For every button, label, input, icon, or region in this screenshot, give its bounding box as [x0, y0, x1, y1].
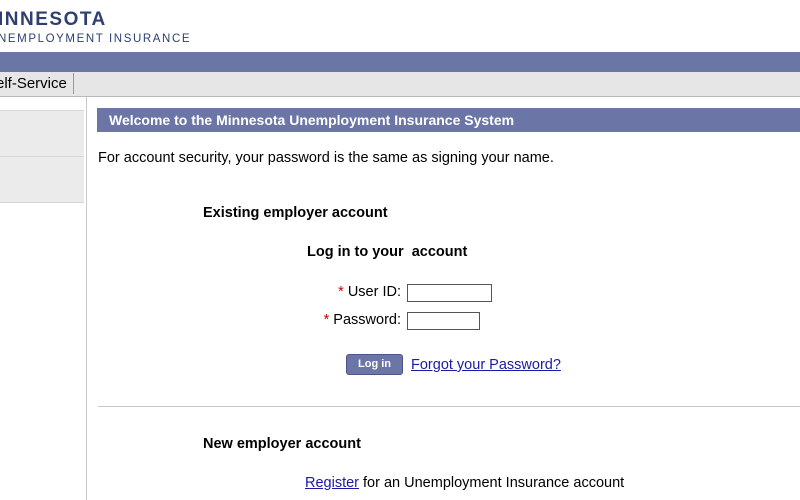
user-id-label: User ID: — [347, 284, 401, 300]
login-heading: Log in to your account — [307, 244, 468, 260]
welcome-title-bar: Welcome to the Minnesota Unemployment In… — [97, 108, 800, 132]
minnesota-logo-name: INNESOTA — [0, 9, 107, 30]
site-header: INNESOTA NEMPLOYMENT INSURANCE — [0, 0, 800, 52]
nav-tab-self-service[interactable]: elf-Service — [0, 73, 74, 94]
register-line: Register for an Unemployment Insurance a… — [305, 475, 624, 491]
forgot-password-link[interactable]: Forgot your Password? — [411, 357, 561, 373]
existing-account-heading: Existing employer account — [203, 205, 388, 221]
security-note: For account security, your password is t… — [98, 150, 554, 166]
password-label-group: * Password: — [324, 312, 401, 328]
sidebar-item-2[interactable] — [0, 156, 84, 203]
password-input[interactable] — [407, 312, 480, 330]
main-content: Welcome to the Minnesota Unemployment In… — [87, 97, 800, 500]
new-account-heading: New employer account — [203, 436, 361, 452]
header-blue-bar — [0, 52, 800, 72]
register-text: for an Unemployment Insurance account — [359, 475, 625, 491]
register-link[interactable]: Register — [305, 475, 359, 491]
top-nav-bar: elf-Service — [0, 72, 800, 97]
user-id-label-group: * User ID: — [338, 284, 401, 300]
minnesota-logo-subtitle: NEMPLOYMENT INSURANCE — [0, 33, 192, 45]
user-id-input[interactable] — [407, 284, 492, 302]
sidebar-item-1[interactable] — [0, 110, 84, 157]
required-marker: * — [323, 312, 330, 328]
section-divider — [98, 406, 800, 407]
login-button[interactable]: Log in — [346, 354, 403, 375]
left-sidebar — [0, 97, 87, 500]
required-marker: * — [338, 284, 344, 300]
password-label: Password: — [333, 312, 401, 328]
